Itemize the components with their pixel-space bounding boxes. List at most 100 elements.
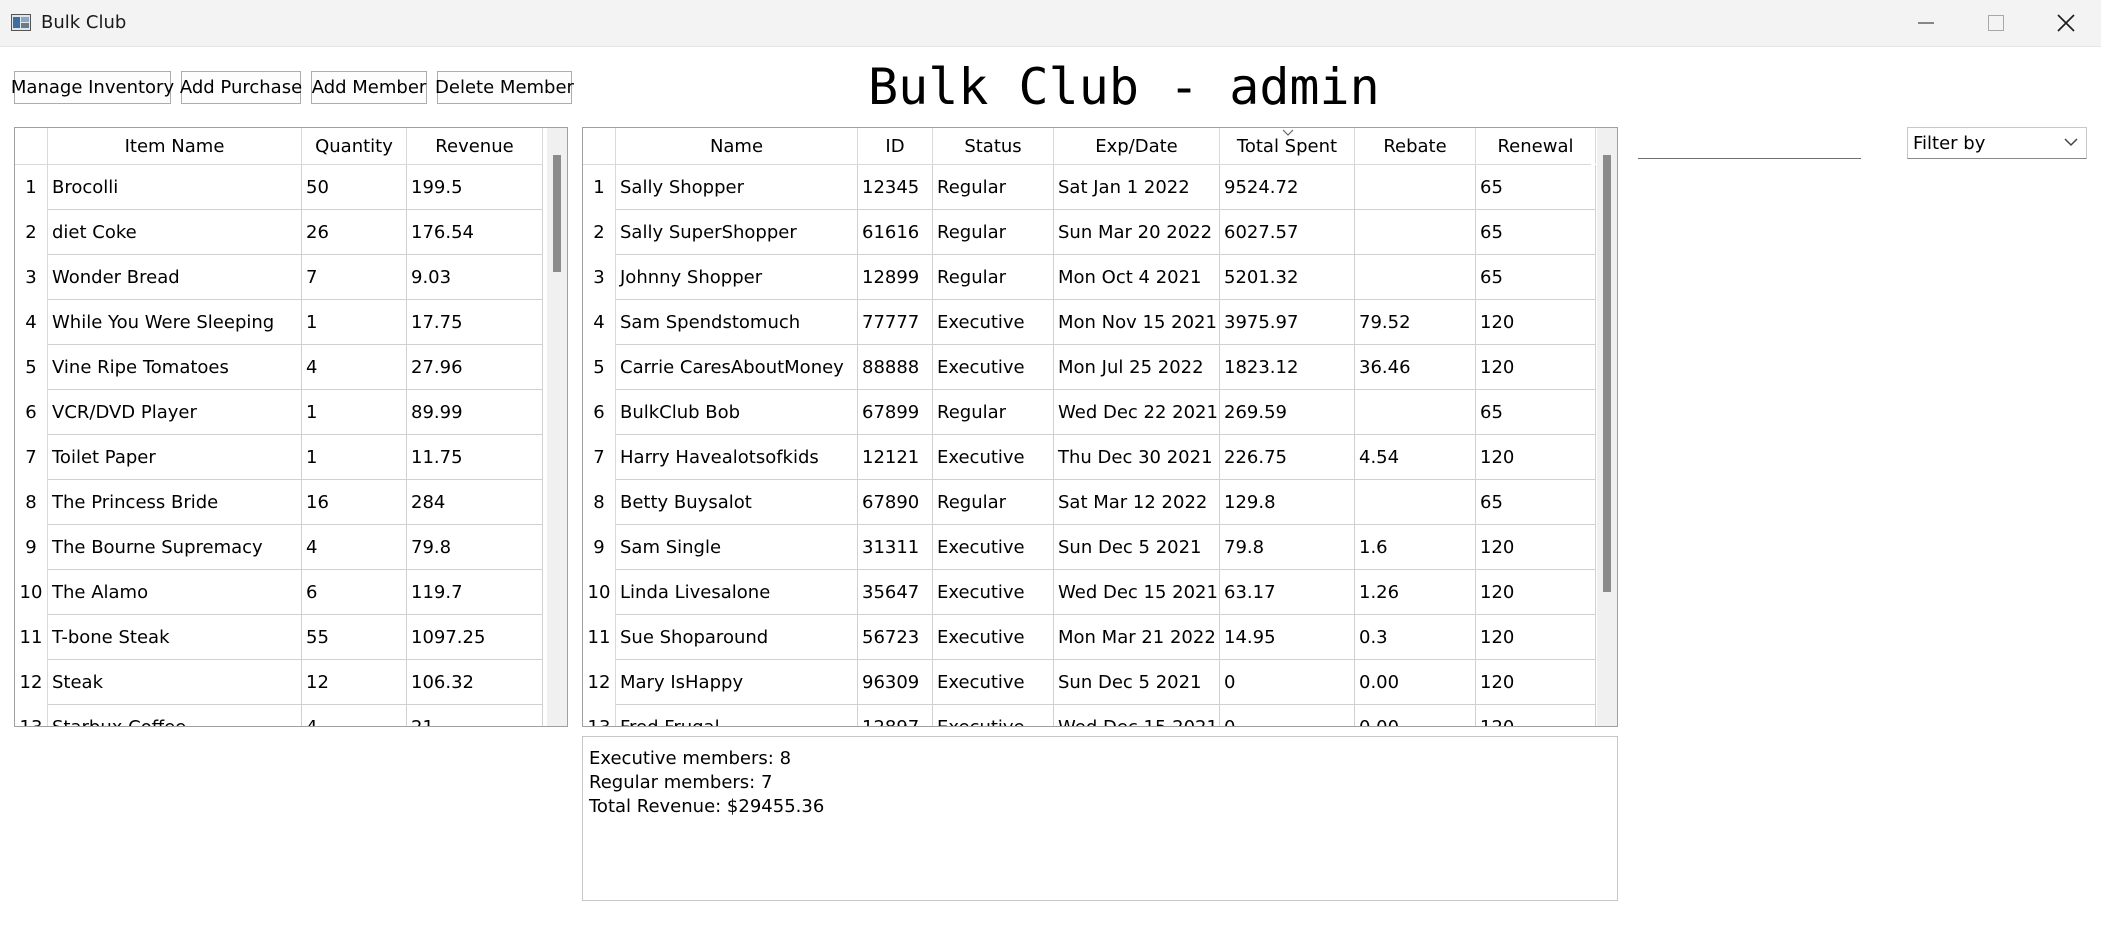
- members-row-number[interactable]: 4: [583, 300, 616, 345]
- inventory-cell-item-name[interactable]: Starbux Coffee: [48, 705, 302, 726]
- members-cell-id[interactable]: 12899: [858, 255, 933, 300]
- members-cell-exp-date[interactable]: Sun Mar 20 2022: [1054, 210, 1220, 255]
- members-row-number[interactable]: 3: [583, 255, 616, 300]
- members-cell-status[interactable]: Regular: [933, 255, 1054, 300]
- members-cell-name[interactable]: Fred Frugal: [616, 705, 858, 726]
- members-cell-total-spent[interactable]: 6027.57: [1220, 210, 1355, 255]
- members-cell-status[interactable]: Regular: [933, 165, 1054, 210]
- inventory-row-number[interactable]: 1: [15, 165, 48, 210]
- members-cell-renewal[interactable]: 120: [1476, 705, 1596, 726]
- members-cell-rebate[interactable]: [1355, 480, 1476, 525]
- members-row[interactable]: 1 Sally Shopper 12345 Regular Sat Jan 1 2022…: [583, 165, 1596, 210]
- inventory-cell-item-name[interactable]: The Bourne Supremacy: [48, 525, 302, 570]
- members-row[interactable]: 10 Linda Livesalone 35647 Executive Wed Dec …: [583, 570, 1596, 615]
- members-cell-rebate[interactable]: 79.52: [1355, 300, 1476, 345]
- members-cell-exp-date[interactable]: Sat Mar 12 2022: [1054, 480, 1220, 525]
- members-row[interactable]: 12 Mary IsHappy 96309 Executive Sun Dec 5 20…: [583, 660, 1596, 705]
- inventory-cell-revenue[interactable]: 119.7: [407, 570, 543, 615]
- inventory-cell-revenue[interactable]: 176.54: [407, 210, 543, 255]
- inventory-header-quantity[interactable]: Quantity: [302, 128, 407, 164]
- inventory-cell-revenue[interactable]: 17.75: [407, 300, 543, 345]
- members-header-status[interactable]: Status: [933, 128, 1054, 164]
- members-cell-name[interactable]: Sam Spendstomuch: [616, 300, 858, 345]
- inventory-row-number[interactable]: 13: [15, 705, 48, 726]
- members-row[interactable]: 11 Sue Shoparound 56723 Executive Mon Mar 21…: [583, 615, 1596, 660]
- members-cell-total-spent[interactable]: 14.95: [1220, 615, 1355, 660]
- minimize-button[interactable]: [1891, 0, 1961, 46]
- members-cell-exp-date[interactable]: Mon Oct 4 2021: [1054, 255, 1220, 300]
- members-cell-id[interactable]: 31311: [858, 525, 933, 570]
- inventory-scroll-thumb[interactable]: [553, 155, 561, 272]
- members-cell-exp-date[interactable]: Sun Dec 5 2021: [1054, 660, 1220, 705]
- members-cell-rebate[interactable]: 4.54: [1355, 435, 1476, 480]
- members-cell-name[interactable]: Sue Shoparound: [616, 615, 858, 660]
- members-cell-id[interactable]: 61616: [858, 210, 933, 255]
- inventory-cell-revenue[interactable]: 11.75: [407, 435, 543, 480]
- members-cell-rebate[interactable]: [1355, 165, 1476, 210]
- members-cell-total-spent[interactable]: 9524.72: [1220, 165, 1355, 210]
- inventory-cell-item-name[interactable]: While You Were Sleeping: [48, 300, 302, 345]
- members-cell-rebate[interactable]: 0.00: [1355, 705, 1476, 726]
- members-row-number[interactable]: 9: [583, 525, 616, 570]
- members-header-renewal[interactable]: Renewal: [1476, 128, 1596, 164]
- members-cell-id[interactable]: 88888: [858, 345, 933, 390]
- members-row[interactable]: 4 Sam Spendstomuch 77777 Executive Mon Nov 1…: [583, 300, 1596, 345]
- search-input[interactable]: [1638, 127, 1861, 159]
- members-corner[interactable]: [583, 128, 616, 164]
- inventory-row[interactable]: 5 Vine Ripe Tomatoes 4 27.96: [15, 345, 543, 390]
- inventory-row[interactable]: 11 T-bone Steak 55 1097.25: [15, 615, 543, 660]
- members-cell-rebate[interactable]: 0.00: [1355, 660, 1476, 705]
- inventory-cell-quantity[interactable]: 16: [302, 480, 407, 525]
- inventory-row-number[interactable]: 7: [15, 435, 48, 480]
- members-cell-exp-date[interactable]: Thu Dec 30 2021: [1054, 435, 1220, 480]
- inventory-cell-revenue[interactable]: 89.99: [407, 390, 543, 435]
- inventory-cell-revenue[interactable]: 27.96: [407, 345, 543, 390]
- members-cell-rebate[interactable]: [1355, 255, 1476, 300]
- members-cell-id[interactable]: 12345: [858, 165, 933, 210]
- inventory-row[interactable]: 8 The Princess Bride 16 284: [15, 480, 543, 525]
- inventory-cell-quantity[interactable]: 1: [302, 435, 407, 480]
- inventory-cell-quantity[interactable]: 55: [302, 615, 407, 660]
- members-header-total-spent[interactable]: Total Spent: [1220, 128, 1355, 164]
- members-cell-renewal[interactable]: 120: [1476, 435, 1596, 480]
- members-cell-total-spent[interactable]: 0: [1220, 660, 1355, 705]
- inventory-row-number[interactable]: 5: [15, 345, 48, 390]
- members-cell-rebate[interactable]: 36.46: [1355, 345, 1476, 390]
- inventory-row[interactable]: 4 While You Were Sleeping 1 17.75: [15, 300, 543, 345]
- inventory-cell-item-name[interactable]: T-bone Steak: [48, 615, 302, 660]
- inventory-cell-item-name[interactable]: Wonder Bread: [48, 255, 302, 300]
- inventory-header-item-name[interactable]: Item Name: [48, 128, 302, 164]
- inventory-row[interactable]: 13Starbux Coffee421: [15, 705, 543, 726]
- inventory-row-number[interactable]: 11: [15, 615, 48, 660]
- members-header-rebate[interactable]: Rebate: [1355, 128, 1476, 164]
- inventory-row-number[interactable]: 10: [15, 570, 48, 615]
- inventory-row[interactable]: 7 Toilet Paper 1 11.75: [15, 435, 543, 480]
- members-cell-exp-date[interactable]: Sat Jan 1 2022: [1054, 165, 1220, 210]
- inventory-cell-item-name[interactable]: The Princess Bride: [48, 480, 302, 525]
- members-cell-id[interactable]: 12121: [858, 435, 933, 480]
- members-cell-renewal[interactable]: 120: [1476, 615, 1596, 660]
- members-scrollbar[interactable]: [1597, 128, 1617, 726]
- filter-dropdown[interactable]: Filter by: [1907, 127, 2087, 159]
- members-cell-renewal[interactable]: 65: [1476, 480, 1596, 525]
- members-row-number[interactable]: 5: [583, 345, 616, 390]
- members-cell-id[interactable]: 12897: [858, 705, 933, 726]
- members-cell-rebate[interactable]: [1355, 390, 1476, 435]
- members-scroll-thumb[interactable]: [1603, 155, 1611, 592]
- inventory-row-number[interactable]: 8: [15, 480, 48, 525]
- inventory-cell-item-name[interactable]: Brocolli: [48, 165, 302, 210]
- inventory-cell-quantity[interactable]: 26: [302, 210, 407, 255]
- members-row-number[interactable]: 12: [583, 660, 616, 705]
- members-row-number[interactable]: 10: [583, 570, 616, 615]
- members-cell-exp-date[interactable]: Mon Nov 15 2021: [1054, 300, 1220, 345]
- members-cell-status[interactable]: Executive: [933, 570, 1054, 615]
- members-cell-status[interactable]: Executive: [933, 705, 1054, 726]
- members-cell-id[interactable]: 67899: [858, 390, 933, 435]
- inventory-table[interactable]: Item Name Quantity Revenue 1 Brocolli 50 199.…: [14, 127, 568, 727]
- members-cell-name[interactable]: Carrie CaresAboutMoney: [616, 345, 858, 390]
- members-table[interactable]: Name ID Status Exp/Date Total Spent Rebate Ren…: [582, 127, 1618, 727]
- members-cell-status[interactable]: Regular: [933, 210, 1054, 255]
- members-header-id[interactable]: ID: [858, 128, 933, 164]
- members-header-name[interactable]: Name: [616, 128, 858, 164]
- members-cell-id[interactable]: 77777: [858, 300, 933, 345]
